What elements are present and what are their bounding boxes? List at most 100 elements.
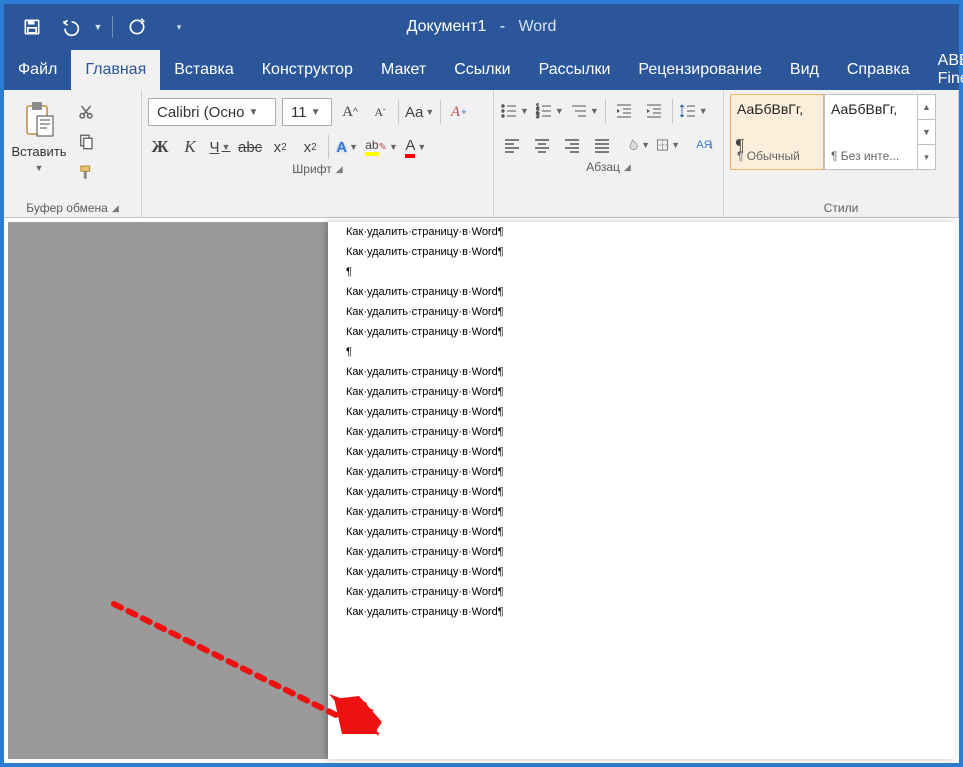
document-line: Как·удалить·страницу·в·Word¶ [346, 302, 937, 322]
tab-главная[interactable]: Главная [71, 50, 160, 90]
undo-dropdown-icon[interactable]: ▼ [90, 9, 106, 45]
document-line: Как·удалить·страницу·в·Word¶ [346, 282, 937, 302]
align-left-button[interactable] [500, 132, 524, 158]
ribbon: Вставить ▼ Буфер обмена◢ Calibri (Осно▼ … [4, 90, 959, 218]
app-name: Word [518, 18, 556, 35]
group-styles-label: Стили [730, 199, 952, 215]
ribbon-tabs: ФайлГлавнаяВставкаКонструкторМакетСсылки… [4, 50, 959, 90]
group-styles: АаБбВвГг, ¶ Обычный АаБбВвГг, ¶ Без инте… [724, 90, 959, 217]
align-right-button[interactable] [560, 132, 584, 158]
document-line: Как·удалить·страницу·в·Word¶ [346, 562, 937, 582]
document-line: Как·удалить·страницу·в·Word¶ [346, 402, 937, 422]
dialog-launcher-icon[interactable]: ◢ [624, 162, 631, 173]
document-area: Как·удалить·страницу·в·Word¶Как·удалить·… [8, 222, 955, 759]
document-line: ¶ [346, 262, 937, 282]
separator [440, 100, 441, 124]
font-name-combo[interactable]: Calibri (Осно▼ [148, 98, 276, 126]
tab-рассылки[interactable]: Рассылки [525, 50, 625, 90]
separator [398, 100, 399, 124]
tab-abbyy finel[interactable]: ABBYY Finel [924, 50, 963, 90]
gallery-down-icon[interactable]: ▼ [918, 120, 935, 145]
copy-button[interactable] [72, 130, 100, 154]
justify-button[interactable] [590, 132, 614, 158]
cut-button[interactable] [72, 100, 100, 124]
tab-макет[interactable]: Макет [367, 50, 440, 90]
document-line: Как·удалить·страницу·в·Word¶ [346, 582, 937, 602]
highlight-button[interactable]: ab✎▼ [365, 134, 398, 160]
bullets-button[interactable]: ▼ [500, 98, 529, 124]
document-line: Как·удалить·страницу·в·Word¶ [346, 502, 937, 522]
change-case-button[interactable]: Aa▼ [405, 99, 434, 125]
document-line: Как·удалить·страницу·в·Word¶ [346, 522, 937, 542]
grow-font-button[interactable]: A^ [338, 99, 362, 125]
tab-справка[interactable]: Справка [833, 50, 924, 90]
document-line: Как·удалить·страницу·в·Word¶ [346, 242, 937, 262]
redo-button[interactable] [119, 9, 155, 45]
shading-button[interactable]: ▼ [626, 132, 650, 158]
separator [328, 135, 329, 159]
format-painter-button[interactable] [72, 160, 100, 184]
tab-конструктор[interactable]: Конструктор [248, 50, 367, 90]
tab-рецензирование[interactable]: Рецензирование [624, 50, 776, 90]
align-center-button[interactable] [530, 132, 554, 158]
tab-вставка[interactable]: Вставка [160, 50, 247, 90]
clear-formatting-button[interactable]: A✦ [447, 99, 471, 125]
underline-button[interactable]: Ч▼ [208, 134, 232, 160]
document-page[interactable]: Как·удалить·страницу·в·Word¶Как·удалить·… [328, 222, 955, 759]
strikethrough-button[interactable]: abc [238, 134, 262, 160]
font-size-combo[interactable]: 11▼ [282, 98, 332, 126]
document-line: ¶ [346, 342, 937, 362]
style-name-label: ¶ Без инте... [831, 149, 911, 163]
decrease-indent-button[interactable] [612, 98, 636, 124]
document-line: Как·удалить·страницу·в·Word¶ [346, 322, 937, 342]
document-line: Как·удалить·страницу·в·Word¶ [346, 482, 937, 502]
styles-gallery-scroller: ▲ ▼ ▾ [918, 94, 936, 170]
document-line: Как·удалить·страницу·в·Word¶ [346, 542, 937, 562]
undo-button[interactable] [52, 9, 88, 45]
document-line: Как·удалить·страницу·в·Word¶ [346, 222, 937, 242]
document-line: Как·удалить·страницу·в·Word¶ [346, 422, 937, 442]
save-button[interactable] [14, 9, 50, 45]
svg-text:3: 3 [536, 114, 540, 120]
dialog-launcher-icon[interactable]: ◢ [112, 203, 119, 214]
paste-button[interactable]: Вставить ▼ [10, 94, 68, 173]
dialog-launcher-icon[interactable]: ◢ [336, 164, 343, 175]
separator [605, 99, 606, 123]
numbering-button[interactable]: 123▼ [535, 98, 564, 124]
sort-button[interactable]: АЯ↓ [692, 132, 716, 158]
subscript-button[interactable]: x2 [268, 134, 292, 160]
document-name: Документ1 [407, 18, 487, 35]
borders-button[interactable]: ▼ [656, 132, 680, 158]
group-paragraph: ▼ 123▼ ▼ ▼ ▼ ▼ АЯ↓ ¶ [494, 90, 724, 217]
tab-вид[interactable]: Вид [776, 50, 833, 90]
group-clipboard: Вставить ▼ Буфер обмена◢ [4, 90, 142, 217]
bold-button[interactable]: Ж [148, 134, 172, 160]
paste-label: Вставить [11, 144, 66, 159]
italic-button[interactable]: К [178, 134, 202, 160]
qat-customize-icon[interactable]: ▾ [171, 9, 187, 45]
line-spacing-button[interactable]: ▼ [679, 98, 708, 124]
document-line: Как·удалить·страницу·в·Word¶ [346, 602, 937, 622]
increase-indent-button[interactable] [642, 98, 666, 124]
text-effects-button[interactable]: A▼ [335, 134, 359, 160]
style-no-spacing[interactable]: АаБбВвГг, ¶ Без инте... [824, 94, 918, 170]
quick-access-toolbar: ▼ ▾ [4, 9, 187, 45]
tab-ссылки[interactable]: Ссылки [440, 50, 524, 90]
gallery-up-icon[interactable]: ▲ [918, 95, 935, 120]
shrink-font-button[interactable]: Aˇ [368, 99, 392, 125]
font-color-button[interactable]: A▼ [404, 134, 428, 160]
show-marks-button[interactable]: ¶ [728, 132, 752, 158]
superscript-button[interactable]: x2 [298, 134, 322, 160]
document-line: Как·удалить·страницу·в·Word¶ [346, 362, 937, 382]
qat-separator [112, 16, 113, 38]
title-separator: - [491, 18, 514, 35]
document-line: Как·удалить·страницу·в·Word¶ [346, 442, 937, 462]
group-paragraph-label: Абзац◢ [500, 158, 717, 174]
group-font: Calibri (Осно▼ 11▼ A^ Aˇ Aa▼ A✦ Ж К Ч▼ a… [142, 90, 494, 217]
document-line: Как·удалить·страницу·в·Word¶ [346, 462, 937, 482]
tab-файл[interactable]: Файл [4, 50, 71, 90]
separator [672, 99, 673, 123]
gallery-more-icon[interactable]: ▾ [918, 145, 935, 169]
document-line: Как·удалить·страницу·в·Word¶ [346, 382, 937, 402]
multilevel-list-button[interactable]: ▼ [570, 98, 599, 124]
